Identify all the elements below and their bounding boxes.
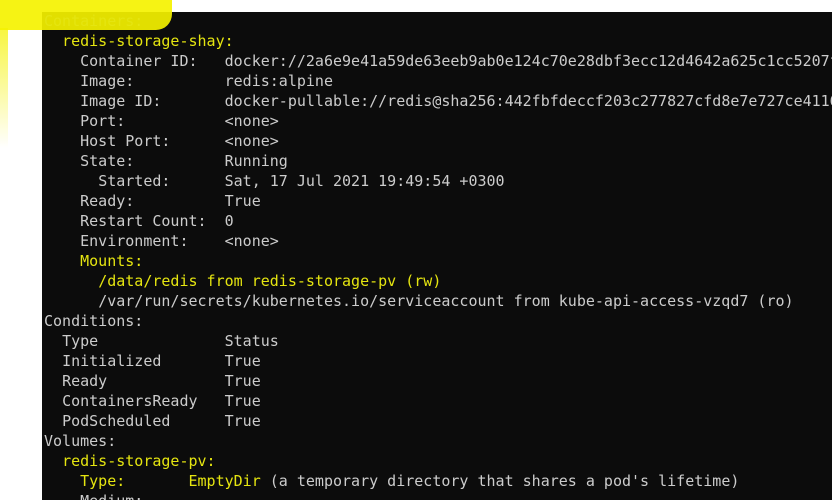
screenshot-page: Containers: redis-storage-shay: Containe… xyxy=(0,0,832,500)
terminal-line: Started: Sat, 17 Jul 2021 19:49:54 +0300 xyxy=(44,171,832,191)
line-value: True xyxy=(224,372,261,390)
line-key: ContainersReady xyxy=(62,392,225,410)
line-key: /data/redis from redis-storage-pv (rw) xyxy=(98,272,442,290)
line-key: Port: xyxy=(80,112,225,130)
terminal-line: Image: redis:alpine xyxy=(44,71,832,91)
line-key: Image ID: xyxy=(80,92,225,110)
line-key: Containers: xyxy=(44,12,144,30)
line-key: redis-storage-shay: xyxy=(62,32,234,50)
line-value: docker-pullable://redis@sha256:442fbfdec… xyxy=(224,92,832,110)
line-value: Status xyxy=(224,332,279,350)
terminal-line: redis-storage-shay: xyxy=(44,31,832,51)
terminal-line: Host Port: <none> xyxy=(44,131,832,151)
terminal-line: Conditions: xyxy=(44,311,832,331)
line-key: Image: xyxy=(80,72,225,90)
terminal-line: Restart Count: 0 xyxy=(44,211,832,231)
terminal-line: Medium: xyxy=(44,491,832,500)
line-value: Running xyxy=(224,152,288,170)
terminal-line: Container ID: docker://2a6e9e41a59de63ee… xyxy=(44,51,832,71)
terminal-line: Type: EmptyDir (a temporary directory th… xyxy=(44,471,832,491)
line-key: Mounts: xyxy=(80,252,144,270)
line-key: Medium: xyxy=(80,492,143,500)
line-key: PodScheduled xyxy=(62,412,225,430)
terminal-line: PodScheduled True xyxy=(44,411,832,431)
line-key: Restart Count: xyxy=(80,212,225,230)
line-value: <none> xyxy=(224,132,279,150)
line-key: Ready xyxy=(62,372,225,390)
line-key: /var/run/secrets/kubernetes.io/serviceac… xyxy=(98,292,794,310)
line-value: 0 xyxy=(224,212,234,230)
line-value: True xyxy=(224,352,261,370)
terminal-output: Containers: redis-storage-shay: Containe… xyxy=(44,11,832,500)
line-value: <none> xyxy=(224,112,279,130)
line-key: Volumes: xyxy=(44,432,117,450)
line-key: Container ID: xyxy=(80,52,225,70)
terminal-line: Image ID: docker-pullable://redis@sha256… xyxy=(44,91,832,111)
line-value: True xyxy=(224,412,261,430)
line-value: EmptyDir xyxy=(188,472,261,490)
terminal-line: Initialized True xyxy=(44,351,832,371)
line-tail: (a temporary directory that shares a pod… xyxy=(260,472,740,490)
line-key: Host Port: xyxy=(80,132,225,150)
line-key: redis-storage-pv: xyxy=(62,452,216,470)
line-key: Type: xyxy=(80,472,189,490)
line-value: Sat, 17 Jul 2021 19:49:54 +0300 xyxy=(224,172,505,190)
line-key: Ready: xyxy=(80,192,225,210)
terminal-line: Environment: <none> xyxy=(44,231,832,251)
line-key: Type xyxy=(62,332,225,350)
line-value: True xyxy=(224,392,261,410)
terminal-line: Mounts: xyxy=(44,251,832,271)
terminal-line: /data/redis from redis-storage-pv (rw) xyxy=(44,271,832,291)
terminal-line: redis-storage-pv: xyxy=(44,451,832,471)
terminal-line: Port: <none> xyxy=(44,111,832,131)
line-key: Environment: xyxy=(80,232,225,250)
highlighter-stroke xyxy=(0,28,8,148)
terminal-line: ContainersReady True xyxy=(44,391,832,411)
line-value: <none> xyxy=(224,232,279,250)
terminal-line: Ready: True xyxy=(44,191,832,211)
line-key: Conditions: xyxy=(44,312,144,330)
terminal-line: Ready True xyxy=(44,371,832,391)
line-value: True xyxy=(224,192,261,210)
line-key: Started: xyxy=(98,172,225,190)
terminal-line: Type Status xyxy=(44,331,832,351)
line-value: docker://2a6e9e41a59de63eeb9ab0e124c70e2… xyxy=(224,52,832,70)
terminal-line: Volumes: xyxy=(44,431,832,451)
line-key: Initialized xyxy=(62,352,225,370)
terminal-line: /var/run/secrets/kubernetes.io/serviceac… xyxy=(44,291,832,311)
line-value: redis:alpine xyxy=(224,72,333,90)
terminal-line: State: Running xyxy=(44,151,832,171)
line-key: State: xyxy=(80,152,225,170)
terminal-line: Containers: xyxy=(44,11,832,31)
